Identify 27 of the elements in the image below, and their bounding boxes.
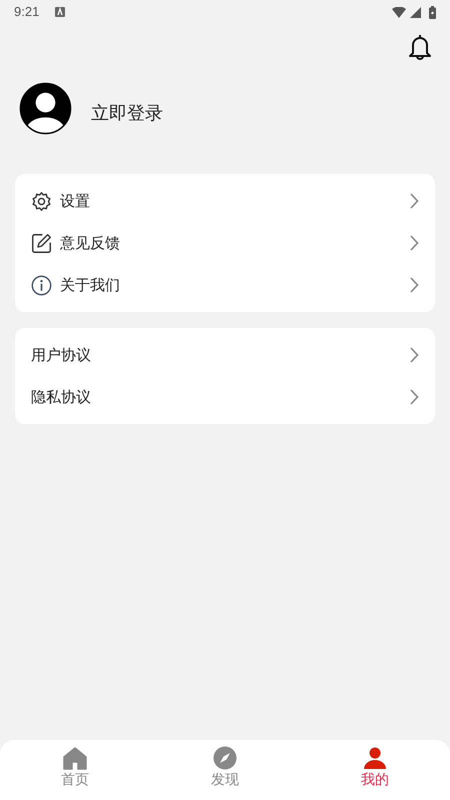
menu-item[interactable]: 设置: [60, 190, 90, 212]
nav-tab[interactable]: 发现: [150, 740, 300, 800]
chevron-right-icon: [409, 389, 419, 405]
compass-icon: [213, 746, 237, 770]
settings-icon: [31, 190, 52, 212]
menu-item[interactable]: 关于我们: [60, 274, 120, 296]
info-icon: [31, 274, 52, 296]
chevron-right-icon: [409, 193, 419, 209]
edit-icon: [31, 232, 52, 254]
notification-icon: [55, 7, 66, 17]
status-time: 9:21: [14, 3, 40, 22]
menu-item[interactable]: 隐私协议: [31, 386, 91, 408]
signal-icon: [410, 6, 421, 18]
avatar-icon[interactable]: [19, 82, 72, 135]
menu-item[interactable]: 用户协议: [31, 344, 91, 366]
nav-tab[interactable]: 首页: [0, 740, 150, 800]
menu-item[interactable]: 意见反馈: [60, 232, 120, 254]
chevron-right-icon: [409, 277, 419, 293]
person-icon: [363, 746, 387, 770]
wifi-icon: [392, 6, 406, 18]
battery-icon: [429, 6, 436, 18]
chevron-right-icon: [409, 235, 419, 251]
login-link[interactable]: 立即登录: [91, 100, 163, 126]
chevron-right-icon: [409, 347, 419, 363]
home-icon: [63, 746, 87, 770]
notification-bell-icon[interactable]: [408, 33, 432, 61]
nav-tab[interactable]: 我的: [300, 740, 450, 800]
